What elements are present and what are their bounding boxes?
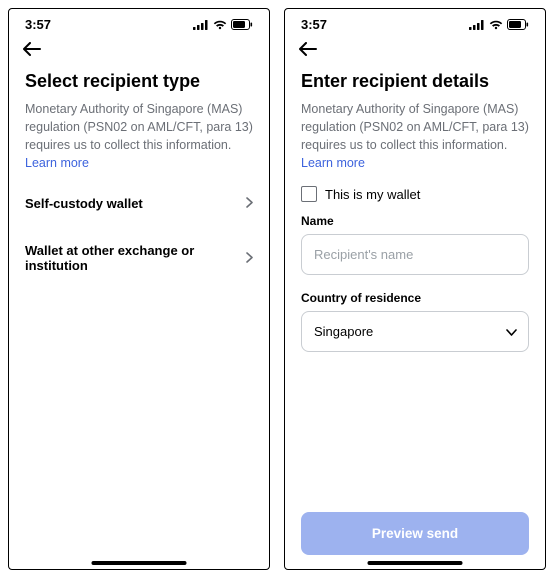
learn-more-link[interactable]: Learn more xyxy=(25,156,253,170)
arrow-left-icon xyxy=(23,42,41,56)
option-self-custody-wallet[interactable]: Self-custody wallet xyxy=(25,180,253,227)
status-time: 3:57 xyxy=(301,17,327,32)
country-value[interactable] xyxy=(301,311,529,352)
status-indicators xyxy=(193,19,253,30)
wifi-icon xyxy=(489,20,503,30)
my-wallet-checkbox[interactable]: This is my wallet xyxy=(301,186,529,202)
back-button[interactable] xyxy=(299,40,317,61)
regulation-description: Monetary Authority of Singapore (MAS) re… xyxy=(301,100,529,154)
page-title: Select recipient type xyxy=(25,71,253,92)
screen-enter-recipient-details: 3:57 Enter recipient details Monetary Au… xyxy=(284,8,546,570)
checkbox-label: This is my wallet xyxy=(325,187,420,202)
option-other-exchange[interactable]: Wallet at other exchange or institution xyxy=(25,227,253,289)
regulation-description: Monetary Authority of Singapore (MAS) re… xyxy=(25,100,253,154)
preview-send-button[interactable]: Preview send xyxy=(301,512,529,555)
option-label: Wallet at other exchange or institution xyxy=(25,243,246,273)
name-label: Name xyxy=(301,214,529,228)
back-button[interactable] xyxy=(23,40,41,61)
status-indicators xyxy=(469,19,529,30)
recipient-name-input[interactable] xyxy=(301,234,529,275)
arrow-left-icon xyxy=(299,42,317,56)
home-indicator xyxy=(368,561,463,565)
cellular-icon xyxy=(193,20,209,30)
country-select[interactable] xyxy=(301,311,529,352)
status-bar: 3:57 xyxy=(9,9,269,36)
cellular-icon xyxy=(469,20,485,30)
battery-icon xyxy=(507,19,529,30)
screen-select-recipient-type: 3:57 Select recipient type Monetary Auth… xyxy=(8,8,270,570)
option-label: Self-custody wallet xyxy=(25,196,143,211)
home-indicator xyxy=(92,561,187,565)
page-title: Enter recipient details xyxy=(301,71,529,92)
learn-more-link[interactable]: Learn more xyxy=(301,156,529,170)
checkbox-icon xyxy=(301,186,317,202)
chevron-right-icon xyxy=(246,196,253,211)
country-label: Country of residence xyxy=(301,291,529,305)
wifi-icon xyxy=(213,20,227,30)
status-bar: 3:57 xyxy=(285,9,545,36)
battery-icon xyxy=(231,19,253,30)
status-time: 3:57 xyxy=(25,17,51,32)
chevron-right-icon xyxy=(246,251,253,266)
